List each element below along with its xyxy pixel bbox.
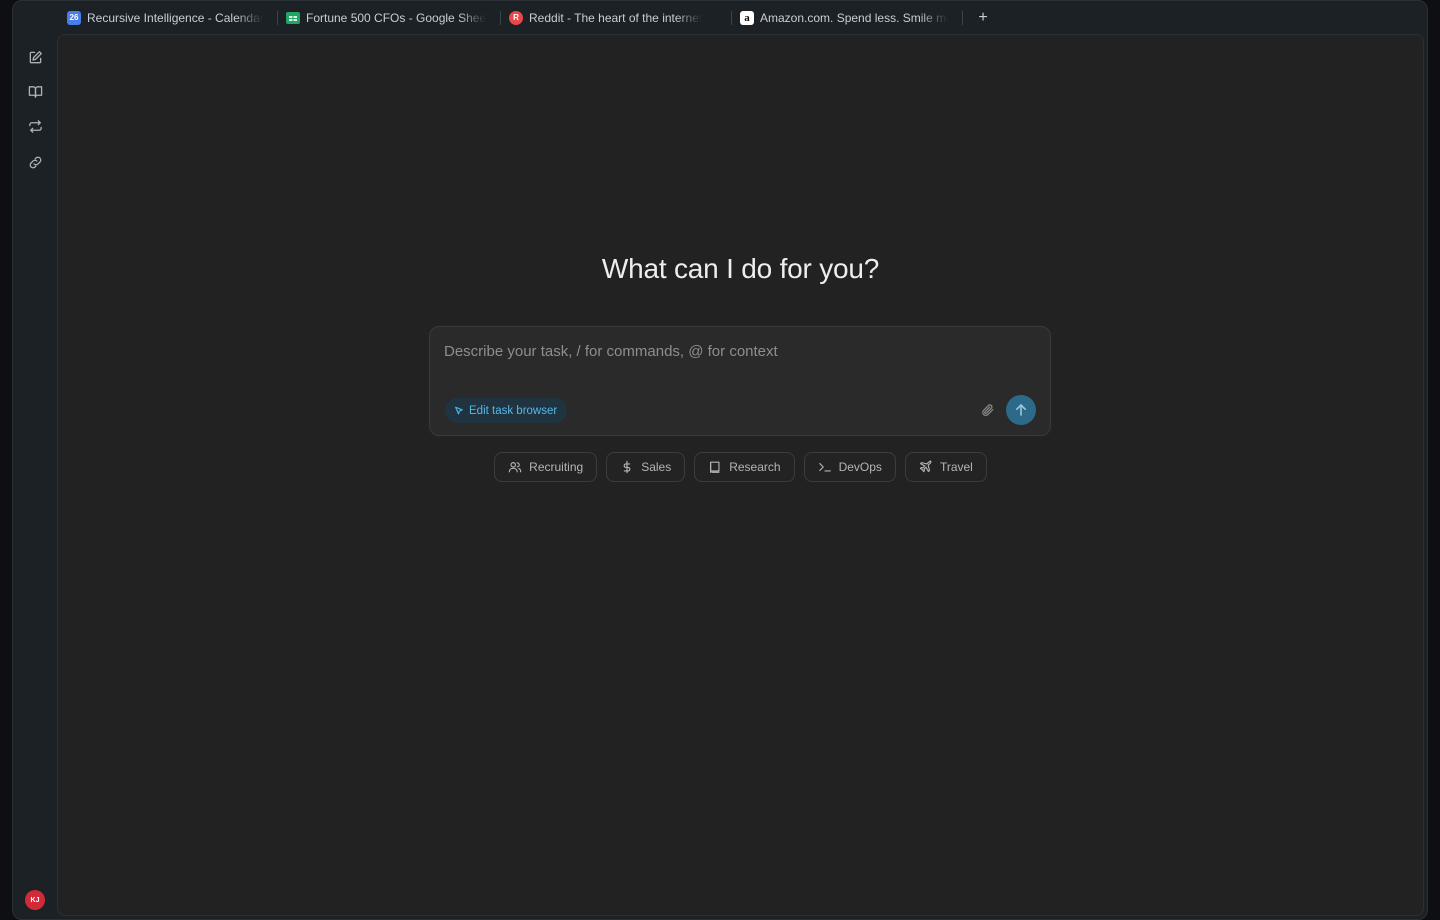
edit-task-browser-button[interactable]: Edit task browser xyxy=(445,398,568,423)
suggestion-recruiting[interactable]: Recruiting xyxy=(494,452,598,482)
suggestion-label: Recruiting xyxy=(529,460,584,474)
tab-title: Amazon.com. Spend less. Smile more. xyxy=(760,10,948,25)
suggestion-sales[interactable]: Sales xyxy=(606,452,686,482)
suggestion-devops[interactable]: DevOps xyxy=(803,452,896,482)
new-task-icon xyxy=(29,50,42,63)
sheets-icon xyxy=(286,11,300,25)
amazon-icon: a xyxy=(740,10,754,25)
tab-title: Fortune 500 CFOs - Google Sheets xyxy=(306,10,486,25)
cursor-icon xyxy=(455,406,463,414)
plane-icon xyxy=(919,460,932,473)
left-rail: KJ xyxy=(13,34,57,919)
tab-calendar[interactable]: 26 Recursive Intelligence - Calendar - xyxy=(65,7,271,29)
repeat-icon xyxy=(28,119,42,133)
connections-button[interactable] xyxy=(26,153,44,171)
suggestion-chips: Recruiting Sales Research DevOps Travel xyxy=(58,452,1423,482)
page-title: What can I do for you? xyxy=(601,253,880,284)
tab-title: Reddit - The heart of the internet xyxy=(529,10,703,25)
task-input[interactable] xyxy=(444,339,1034,363)
suggestion-research[interactable]: Research xyxy=(694,452,795,482)
link-icon xyxy=(29,156,41,168)
dollar-icon xyxy=(623,460,631,474)
book-icon xyxy=(28,85,42,98)
tab-strip: 26 Recursive Intelligence - Calendar - F… xyxy=(13,1,1427,34)
tab-sheets[interactable]: Fortune 500 CFOs - Google Sheets xyxy=(284,7,494,29)
arrow-up-icon xyxy=(1016,404,1026,416)
library-button[interactable] xyxy=(26,82,44,100)
reddit-icon: R xyxy=(509,10,523,25)
book-icon xyxy=(710,461,720,473)
terminal-icon xyxy=(818,462,831,472)
suggestion-label: DevOps xyxy=(838,460,882,474)
send-button[interactable] xyxy=(1006,395,1036,425)
new-task-button[interactable] xyxy=(26,48,44,66)
suggestion-label: Sales xyxy=(641,460,672,474)
scheduled-tasks-button[interactable] xyxy=(26,117,44,135)
task-composer: Edit task browser xyxy=(429,326,1051,436)
suggestion-label: Research xyxy=(729,460,781,474)
tab-amazon[interactable]: a Amazon.com. Spend less. Smile more. xyxy=(738,7,956,29)
paperclip-icon xyxy=(982,404,994,416)
tab-divider xyxy=(500,10,501,25)
app-window: 26 Recursive Intelligence - Calendar - F… xyxy=(12,0,1428,920)
calendar-icon: 26 xyxy=(67,10,81,25)
attach-button[interactable] xyxy=(979,401,997,419)
users-icon xyxy=(508,462,522,473)
new-tab-button[interactable]: + xyxy=(975,9,991,26)
browser-chip-label: Edit task browser xyxy=(469,404,558,417)
main-panel: What can I do for you? Edit task browser xyxy=(57,34,1424,916)
suggestion-travel[interactable]: Travel xyxy=(904,452,987,482)
tab-divider xyxy=(962,10,963,25)
tab-divider xyxy=(277,10,278,25)
tab-reddit[interactable]: R Reddit - The heart of the internet xyxy=(507,7,725,29)
suggestion-label: Travel xyxy=(939,460,973,474)
avatar[interactable]: KJ xyxy=(25,890,45,910)
tab-divider xyxy=(731,10,732,25)
tab-title: Recursive Intelligence - Calendar - xyxy=(87,10,263,25)
